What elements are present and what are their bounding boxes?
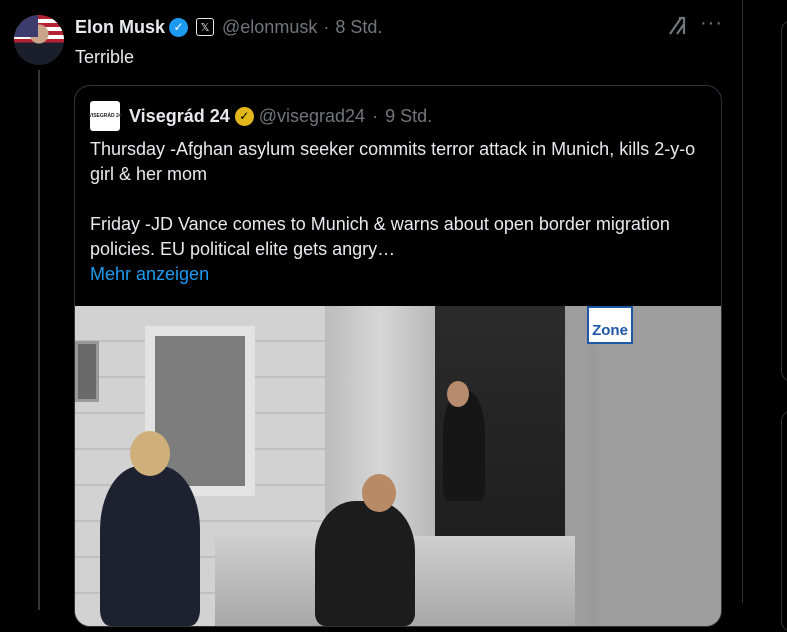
separator-dot: · bbox=[372, 105, 379, 126]
quoted-tweet[interactable]: VISEGRÁD 24 Visegrád 24 ✓ @visegrad24 · … bbox=[74, 85, 722, 627]
thread-line bbox=[38, 70, 40, 610]
quote-header: VISEGRÁD 24 Visegrád 24 ✓ @visegrad24 · … bbox=[88, 101, 432, 131]
show-more-link[interactable]: Mehr anzeigen bbox=[90, 262, 710, 287]
separator-dot: · bbox=[323, 16, 330, 37]
verified-badge-icon[interactable]: ✓ bbox=[169, 17, 189, 37]
tweet-text: Terrible bbox=[75, 47, 135, 67]
photo-person-head bbox=[130, 431, 170, 476]
quote-avatar[interactable]: VISEGRÁD 24 bbox=[88, 101, 122, 131]
photo-police-officer bbox=[100, 466, 200, 626]
timeline-column: Elon Musk ✓ 𝕏 @elonmusk · 8 Std. ··· Ter… bbox=[0, 0, 743, 627]
photo-window bbox=[75, 341, 99, 402]
avatar[interactable] bbox=[14, 15, 64, 65]
photo-person-sitting bbox=[315, 501, 415, 626]
grok-icon[interactable] bbox=[667, 15, 687, 37]
quote-photo[interactable]: Zone bbox=[75, 306, 721, 626]
photo-person-standing bbox=[443, 391, 485, 501]
tweet-header: Elon Musk ✓ 𝕏 @elonmusk · 8 Std. bbox=[75, 15, 382, 39]
sidebar-card bbox=[781, 20, 787, 382]
x-affiliation-icon[interactable]: 𝕏 bbox=[196, 18, 215, 36]
photo-person-head bbox=[447, 381, 469, 407]
quote-paragraph: Thursday -Afghan asylum seeker commits t… bbox=[90, 139, 696, 184]
quote-author-name[interactable]: Visegrád 24 bbox=[129, 106, 230, 127]
more-icon[interactable]: ··· bbox=[700, 12, 722, 34]
quote-time[interactable]: 9 Std. bbox=[385, 106, 432, 127]
author-name[interactable]: Elon Musk bbox=[75, 17, 165, 38]
author-handle[interactable]: @elonmusk bbox=[222, 17, 317, 38]
photo-pole bbox=[589, 346, 597, 626]
quote-paragraph: Friday -JD Vance comes to Munich & warns… bbox=[90, 214, 670, 259]
quote-body: Thursday -Afghan asylum seeker commits t… bbox=[90, 137, 710, 287]
photo-person-head bbox=[362, 474, 396, 512]
tweet-time[interactable]: 8 Std. bbox=[335, 17, 382, 38]
verified-gold-badge-icon[interactable]: ✓ bbox=[234, 106, 254, 126]
sidebar-card bbox=[781, 410, 787, 632]
photo-zone-sign: Zone bbox=[587, 306, 633, 344]
quote-author-handle[interactable]: @visegrad24 bbox=[259, 106, 365, 127]
